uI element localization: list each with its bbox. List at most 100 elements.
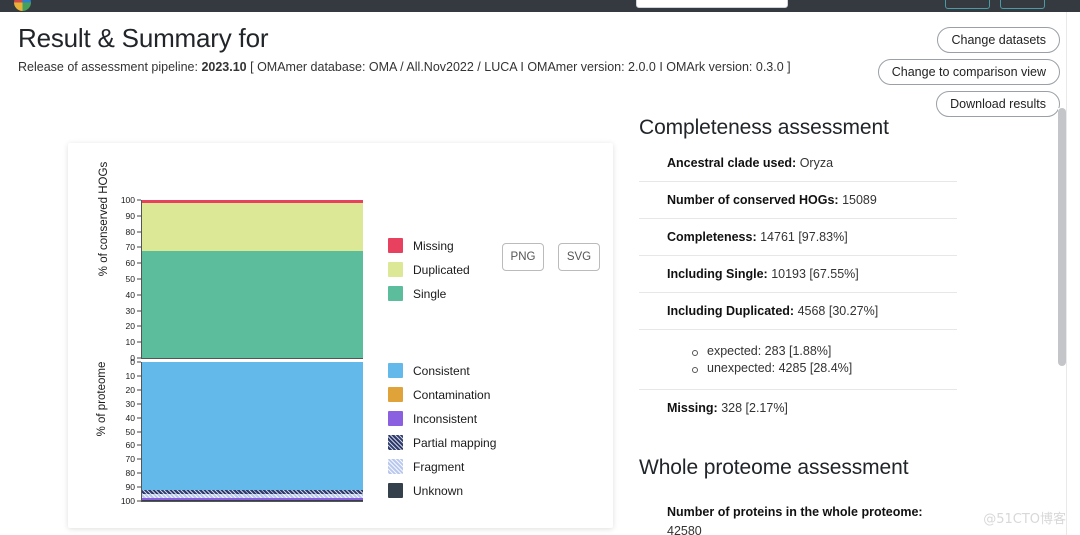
row-label: Ancestral clade used: <box>667 156 796 170</box>
navbar-search-input[interactable] <box>636 0 788 8</box>
main-content: % of conserved HOGs % of proteome 100908… <box>0 108 1080 535</box>
legend-swatch-icon <box>388 286 403 301</box>
legend-swatch-icon <box>388 387 403 402</box>
legend-item-inconsistent[interactable]: Inconsistent <box>388 411 496 426</box>
summary-panel: Completeness assessment Ancestral clade … <box>639 116 957 535</box>
y-tick-label: 10 <box>109 338 135 347</box>
axis-baseline-hogs <box>141 358 363 359</box>
change-datasets-button[interactable]: Change datasets <box>937 27 1060 53</box>
row-ancestral-clade: Ancestral clade used: Oryza <box>639 154 957 182</box>
legend-item-single[interactable]: Single <box>388 286 470 301</box>
y-tick-label: 50 <box>109 427 135 436</box>
y-tick-label: 80 <box>109 469 135 478</box>
row-completeness: Completeness: 14761 [97.83%] <box>639 219 957 256</box>
row-label: Missing: <box>667 401 718 415</box>
row-value: Oryza <box>800 156 833 170</box>
scrollbar-thumb[interactable] <box>1058 108 1066 366</box>
y-axis-label-proteome: % of proteome <box>96 329 108 469</box>
y-tick-label: 50 <box>109 275 135 284</box>
y-tick-label: 30 <box>109 306 135 315</box>
bar-conserved-hogs[interactable] <box>141 200 363 358</box>
legend-item-consistent[interactable]: Consistent <box>388 363 496 378</box>
y-tick-label: 20 <box>109 322 135 331</box>
duplicated-breakdown: expected: 283 [1.88%] unexpected: 4285 [… <box>639 330 957 390</box>
legend-swatch-icon <box>388 363 403 378</box>
legend-label: Duplicated <box>413 263 470 277</box>
legend-label: Single <box>413 287 446 301</box>
bar-segment-consistent[interactable] <box>142 362 363 490</box>
legend-item-fragment[interactable]: Fragment <box>388 459 496 474</box>
legend-item-contamination[interactable]: Contamination <box>388 387 496 402</box>
row-label: Number of proteins in the whole proteome… <box>667 505 923 519</box>
release-version: 2023.10 <box>201 60 246 74</box>
legend-label: Consistent <box>413 364 470 378</box>
row-label: Including Single: <box>667 267 768 281</box>
row-protein-count: Number of proteins in the whole proteome… <box>639 492 957 535</box>
legend-swatch-icon <box>388 483 403 498</box>
stacked-bar-chart: % of conserved HOGs % of proteome 100908… <box>68 143 613 528</box>
legend-label: Missing <box>413 239 454 253</box>
legend-item-unknown[interactable]: Unknown <box>388 483 496 498</box>
row-value: 4568 [30.27%] <box>798 304 879 318</box>
omark-logo-icon[interactable] <box>14 0 31 11</box>
y-tick-label: 80 <box>109 227 135 236</box>
export-png-button[interactable]: PNG <box>502 243 544 271</box>
page-root: Result & Summary for Release of assessme… <box>0 0 1080 535</box>
legend-proteome: Consistent Contamination Inconsistent Parti… <box>388 363 496 498</box>
legend-item-missing[interactable]: Missing <box>388 238 470 253</box>
y-tick-label: 30 <box>109 399 135 408</box>
y-tick-label: 100 <box>109 497 135 506</box>
axis-baseline-proteome <box>141 501 363 502</box>
legend-swatch-icon <box>388 459 403 474</box>
right-rail <box>1066 12 1080 535</box>
y-tick-label: 20 <box>109 386 135 395</box>
top-navbar <box>0 0 1080 12</box>
legend-item-partial-mapping[interactable]: Partial mapping <box>388 435 496 450</box>
y-tick-label: 90 <box>109 483 135 492</box>
export-svg-button[interactable]: SVG <box>558 243 600 271</box>
y-tick-label: 60 <box>109 259 135 268</box>
y-axis-ticks-hogs: 1009080706050403020100 <box>113 200 141 358</box>
chart-card: % of conserved HOGs % of proteome 100908… <box>68 143 613 528</box>
y-tick-label: 70 <box>109 243 135 252</box>
bar-segment-single[interactable] <box>142 251 363 358</box>
y-tick-label: 10 <box>109 372 135 381</box>
row-label: Number of conserved HOGs: <box>667 193 839 207</box>
row-conserved-hogs: Number of conserved HOGs: 15089 <box>639 182 957 219</box>
legend-label: Unknown <box>413 484 463 498</box>
row-value: 15089 <box>842 193 877 207</box>
release-details: [ OMAmer database: OMA / All.Nov2022 / L… <box>250 60 791 74</box>
bar-whole-proteome[interactable] <box>141 362 363 501</box>
row-value: 328 [2.17%] <box>721 401 788 415</box>
row-value: 14761 [97.83%] <box>760 230 848 244</box>
legend-swatch-icon <box>388 435 403 450</box>
legend-item-duplicated[interactable]: Duplicated <box>388 262 470 277</box>
legend-label: Inconsistent <box>413 412 477 426</box>
navbar-button-two[interactable] <box>1000 0 1045 9</box>
y-axis-ticks-proteome: 0102030405060708090100 <box>113 362 141 501</box>
list-item: unexpected: 4285 [28.4%] <box>691 361 957 375</box>
y-tick-label: 100 <box>109 196 135 205</box>
row-including-single: Including Single: 10193 [67.55%] <box>639 256 957 293</box>
release-info: Release of assessment pipeline: 2023.10 … <box>18 60 791 74</box>
y-tick-label: 70 <box>109 455 135 464</box>
row-including-duplicated: Including Duplicated: 4568 [30.27%] <box>639 293 957 330</box>
row-label: Completeness: <box>667 230 757 244</box>
legend-swatch-icon <box>388 411 403 426</box>
bar-segment-duplicated[interactable] <box>142 203 363 251</box>
row-label: Including Duplicated: <box>667 304 794 318</box>
y-tick-label: 0 <box>109 358 135 367</box>
y-tick-label: 90 <box>109 212 135 221</box>
row-missing: Missing: 328 [2.17%] <box>639 390 957 426</box>
navbar-button-one[interactable] <box>945 0 990 9</box>
legend-label: Contamination <box>413 388 490 402</box>
y-tick-label: 60 <box>109 441 135 450</box>
legend-label: Partial mapping <box>413 436 496 450</box>
comparison-view-button[interactable]: Change to comparison view <box>878 59 1060 85</box>
legend-label: Fragment <box>413 460 464 474</box>
y-tick-label: 40 <box>109 291 135 300</box>
y-tick-label: 40 <box>109 413 135 422</box>
release-prefix: Release of assessment pipeline: <box>18 60 198 74</box>
watermark: @51CTO博客 <box>983 508 1066 527</box>
duplicated-sublist: expected: 283 [1.88%] unexpected: 4285 [… <box>691 344 957 375</box>
